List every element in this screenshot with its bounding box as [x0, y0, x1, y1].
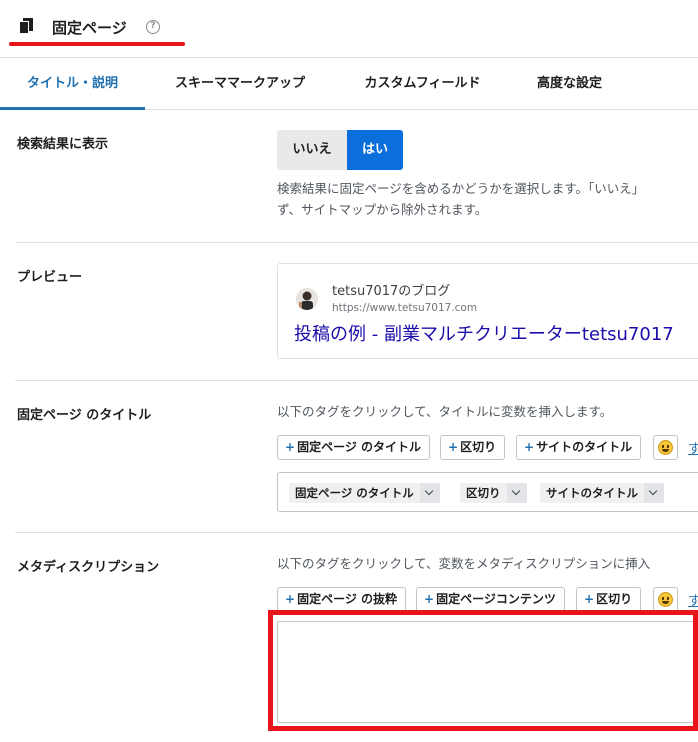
preview-title: 投稿の例 - 副業マルチクリエーターtetsu7017 [294, 324, 674, 345]
tab-bar: タイトル・説明 スキーママークアップ カスタムフィールド 高度な設定 [0, 59, 698, 110]
page-header: 固定ページ ? [0, 0, 698, 58]
plus-icon: + [285, 440, 296, 454]
preview-label: プレビュー [17, 270, 83, 285]
search-results-desc-line2: ず、サイトマップから除外されます。 [277, 202, 488, 217]
document-icon [19, 18, 33, 34]
search-results-description: 検索結果に固定ページを含めるかどうかを選択します。「いいえ」 ず、サイトマップか… [277, 178, 644, 220]
plus-icon: + [448, 440, 459, 454]
divider [15, 242, 698, 243]
page-title-help: 以下のタグをクリックして、タイトルに変数を挿入します。 [277, 404, 613, 419]
plus-icon: + [584, 592, 595, 606]
tag-site-title-button[interactable]: + サイトのタイトル [516, 435, 642, 460]
tab-advanced[interactable]: 高度な設定 [522, 59, 617, 109]
tag-separator-button[interactable]: + 区切り [440, 435, 506, 460]
preview-site-name: tetsu7017のブログ [332, 284, 451, 299]
serp-preview: tetsu7017のブログ https://www.tetsu7017.com … [277, 263, 698, 359]
meta-description-help: 以下のタグをクリックして、変数をメタディスクリプションに挿入 [277, 556, 651, 571]
search-results-label: 検索結果に表示 [17, 137, 109, 152]
tab-custom-fields[interactable]: カスタムフィールド [350, 59, 495, 109]
site-avatar [296, 288, 318, 310]
divider [15, 380, 698, 381]
page-title-label: 固定ページ のタイトル [17, 408, 152, 423]
token-site-title[interactable]: サイトのタイトル [540, 483, 664, 503]
tag-separator-button[interactable]: + 区切り [576, 587, 642, 612]
toggle-no-button[interactable]: いいえ [277, 130, 347, 170]
highlight-box [268, 610, 698, 731]
plus-icon: + [524, 440, 535, 454]
toggle-yes-button[interactable]: はい [347, 130, 403, 170]
tag-page-content-button[interactable]: + 固定ページコンテンツ [416, 587, 565, 612]
tag-page-title-button[interactable]: + 固定ページ のタイトル [277, 435, 431, 460]
view-all-tags-link[interactable]: す [688, 590, 698, 609]
emoji-picker-button[interactable] [653, 435, 678, 460]
emoji-picker-button[interactable] [653, 587, 678, 612]
token-separator[interactable]: 区切り [460, 483, 527, 503]
meta-description-label: メタディスクリプション [17, 560, 160, 575]
page-title-editor[interactable]: 固定ページ のタイトル 区切り サイトのタイトル [277, 472, 698, 512]
tag-page-excerpt-button[interactable]: + 固定ページ の抜粋 [277, 587, 407, 612]
highlight-underline [9, 42, 185, 46]
plus-icon: + [285, 592, 296, 606]
tab-schema-markup[interactable]: スキーママークアップ [160, 59, 320, 109]
smiley-icon [658, 592, 673, 607]
divider [15, 532, 698, 533]
help-icon[interactable]: ? [146, 20, 160, 34]
tab-title-description[interactable]: タイトル・説明 [0, 59, 145, 110]
chevron-down-icon[interactable] [644, 483, 664, 503]
smiley-icon [658, 440, 673, 455]
search-results-toggle: いいえ はい [277, 130, 403, 170]
token-page-title[interactable]: 固定ページ のタイトル [289, 483, 440, 503]
preview-url: https://www.tetsu7017.com [332, 302, 478, 314]
chevron-down-icon[interactable] [506, 483, 527, 503]
plus-icon: + [424, 592, 435, 606]
search-results-desc-line1: 検索結果に固定ページを含めるかどうかを選択します。「いいえ」 [277, 181, 645, 196]
chevron-down-icon[interactable] [419, 483, 440, 503]
panel-title: 固定ページ [52, 19, 127, 37]
view-all-tags-link[interactable]: す [688, 438, 698, 457]
